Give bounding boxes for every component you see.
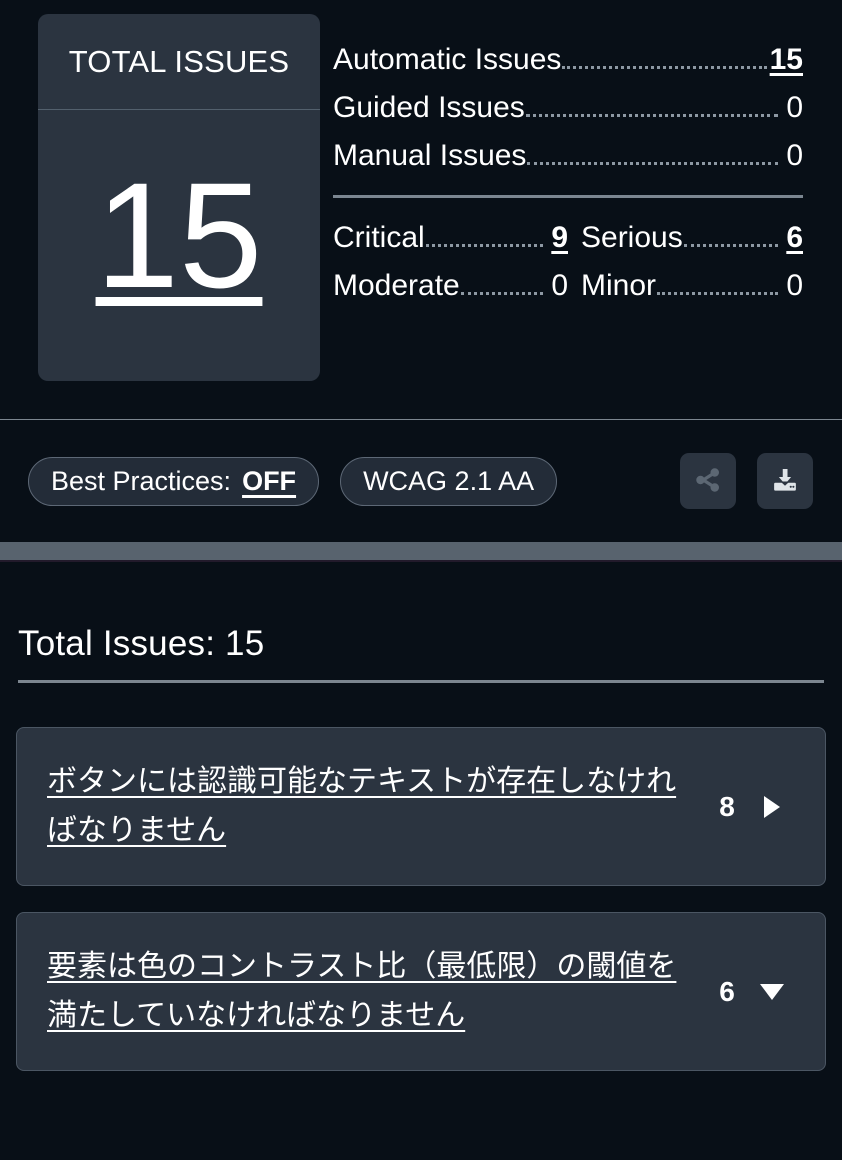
- dotted-leader: [683, 244, 778, 247]
- stat-row-automatic-issues: Automatic Issues 15: [333, 36, 803, 84]
- stat-value-automatic-issues[interactable]: 15: [770, 45, 803, 75]
- dotted-leader: [562, 66, 767, 69]
- wcag-standard-button[interactable]: WCAG 2.1 AA: [340, 456, 558, 506]
- dotted-leader: [527, 162, 778, 165]
- issue-stats: Automatic Issues 15 Guided Issues 0 Manu…: [333, 14, 803, 310]
- total-issues-card: TOTAL ISSUES 15: [38, 14, 320, 381]
- issues-heading-rule: [18, 680, 824, 683]
- stat-row-critical: Critical 9: [333, 214, 568, 262]
- issue-collapse-toggle[interactable]: [747, 983, 797, 1000]
- best-practices-toggle[interactable]: Best Practices: OFF: [28, 456, 320, 506]
- issues-heading: Total Issues: 15: [18, 624, 265, 663]
- section-separator-band[interactable]: [0, 542, 842, 562]
- dotted-leader: [425, 244, 543, 247]
- best-practices-state: OFF: [242, 465, 297, 496]
- stat-value-guided-issues: 0: [786, 91, 803, 124]
- stat-row-guided-issues: Guided Issues 0: [333, 84, 803, 132]
- stat-label-moderate: Moderate: [333, 269, 460, 302]
- dotted-leader: [460, 292, 543, 295]
- severity-row-1: Critical 9 Serious 6: [333, 214, 803, 262]
- stat-value-critical[interactable]: 9: [546, 223, 568, 253]
- total-issues-card-header: TOTAL ISSUES: [38, 14, 320, 110]
- stat-value-minor: 0: [786, 269, 803, 302]
- stat-label-critical: Critical: [333, 221, 425, 254]
- dotted-leader: [657, 292, 778, 295]
- stat-label-serious: Serious: [581, 221, 683, 254]
- triangle-right-icon: [764, 795, 780, 818]
- stat-label-manual-issues: Manual Issues: [333, 139, 527, 172]
- stat-value-moderate: 0: [551, 269, 568, 302]
- issue-count: 6: [719, 975, 735, 1007]
- issue-count: 8: [719, 790, 735, 822]
- share-icon: [693, 465, 723, 498]
- stat-row-moderate: Moderate 0: [333, 262, 568, 310]
- dotted-leader: [525, 114, 778, 117]
- triangle-down-icon: [760, 983, 784, 1000]
- stat-label-minor: Minor: [581, 269, 657, 302]
- stat-row-serious: Serious 6: [568, 214, 803, 262]
- severity-row-2: Moderate 0 Minor 0: [333, 262, 803, 310]
- stat-label-guided-issues: Guided Issues: [333, 91, 525, 124]
- accessibility-report-page: TOTAL ISSUES 15 Automatic Issues 15 Guid…: [0, 0, 842, 1160]
- stat-label-automatic-issues: Automatic Issues: [333, 43, 562, 76]
- summary-panel: TOTAL ISSUES 15 Automatic Issues 15 Guid…: [0, 0, 842, 422]
- stat-value-serious[interactable]: 6: [781, 223, 803, 253]
- download-button[interactable]: [757, 453, 813, 509]
- best-practices-label: Best Practices:: [51, 465, 232, 496]
- stats-divider: [333, 195, 803, 198]
- controls-bar: Best Practices: OFF WCAG 2.1 AA: [0, 420, 842, 542]
- total-issues-value[interactable]: 15: [96, 160, 263, 310]
- issue-expand-toggle[interactable]: [747, 795, 797, 818]
- stat-value-manual-issues: 0: [786, 139, 803, 172]
- issue-card[interactable]: 要素は色のコントラスト比（最低限）の閾値を満たしていなければなりません 6: [16, 912, 826, 1072]
- total-issues-card-body: 15: [38, 110, 320, 381]
- stat-row-minor: Minor 0: [568, 262, 803, 310]
- wcag-standard-label: WCAG 2.1 AA: [363, 465, 535, 496]
- issue-title[interactable]: ボタンには認識可能なテキストが存在しなければなりません: [47, 758, 707, 855]
- issue-title[interactable]: 要素は色のコントラスト比（最低限）の閾値を満たしていなければなりません: [47, 943, 707, 1040]
- total-issues-label: TOTAL ISSUES: [68, 43, 290, 79]
- issue-card[interactable]: ボタンには認識可能なテキストが存在しなければなりません 8: [16, 727, 826, 887]
- share-button[interactable]: [680, 453, 736, 509]
- download-icon: [770, 465, 800, 498]
- stat-row-manual-issues: Manual Issues 0: [333, 132, 803, 180]
- issues-section: Total Issues: 15 ボタンには認識可能なテキストが存在しなければな…: [0, 562, 842, 1072]
